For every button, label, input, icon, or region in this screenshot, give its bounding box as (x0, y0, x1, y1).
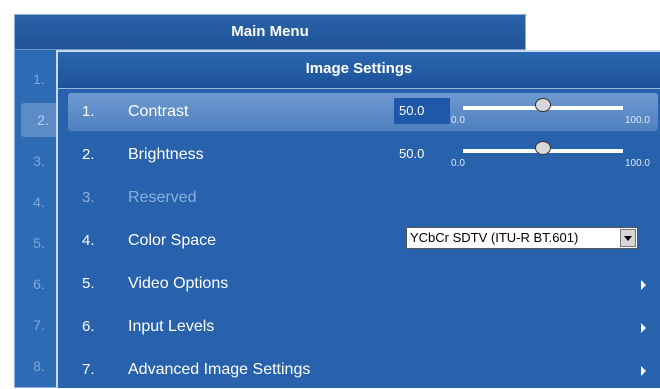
row-number: 2. (82, 146, 95, 163)
row-number: 4. (82, 232, 95, 249)
menu-row-brightness[interactable]: 2. Brightness 50.0 0.0 100.0 (68, 136, 658, 174)
submenu-arrow-icon (641, 323, 646, 333)
menu-row-advanced-image-settings[interactable]: 7. Advanced Image Settings (68, 351, 658, 389)
brightness-slider-knob[interactable] (535, 141, 551, 155)
submenu-arrow-icon (641, 366, 646, 376)
row-number: 7. (82, 361, 95, 378)
contrast-max-label: 100.0 (624, 115, 650, 126)
row-label: Video Options (128, 275, 229, 292)
image-settings-title: Image Settings (58, 52, 660, 89)
row-label: Color Space (128, 232, 217, 249)
menu-row-color-space[interactable]: 4. Color Space YCbCr SDTV (ITU-R BT.601) (68, 222, 658, 260)
dropdown-button[interactable] (620, 229, 636, 247)
color-space-select[interactable]: YCbCr SDTV (ITU-R BT.601) (406, 227, 638, 249)
row-label: Contrast (128, 103, 189, 120)
chevron-down-icon (624, 236, 632, 241)
contrast-value[interactable]: 50.0 (394, 98, 450, 124)
main-menu-title: Main Menu (15, 15, 525, 50)
image-settings-panel: Image Settings 1. Contrast 50.0 0.0 100.… (56, 50, 660, 388)
menu-row-reserved: 3. Reserved (68, 179, 658, 217)
menu-row-input-levels[interactable]: 6. Input Levels (68, 308, 658, 346)
menu-row-contrast[interactable]: 1. Contrast 50.0 0.0 100.0 (68, 93, 658, 131)
row-label: Input Levels (128, 318, 215, 335)
row-number: 6. (82, 318, 95, 335)
brightness-max-label: 100.0 (624, 158, 650, 169)
menu-row-video-options[interactable]: 5. Video Options (68, 265, 658, 303)
row-number: 3. (82, 189, 95, 206)
row-label: Brightness (128, 146, 204, 163)
brightness-value[interactable]: 50.0 (394, 141, 450, 167)
row-number: 1. (82, 103, 95, 120)
row-label: Advanced Image Settings (128, 361, 311, 378)
color-space-selected-value: YCbCr SDTV (ITU-R BT.601) (410, 230, 579, 245)
row-number: 5. (82, 275, 95, 292)
row-label: Reserved (128, 189, 197, 206)
contrast-min-label: 0.0 (451, 115, 465, 126)
submenu-arrow-icon (641, 280, 646, 290)
contrast-slider-knob[interactable] (535, 98, 551, 112)
brightness-min-label: 0.0 (451, 158, 465, 169)
